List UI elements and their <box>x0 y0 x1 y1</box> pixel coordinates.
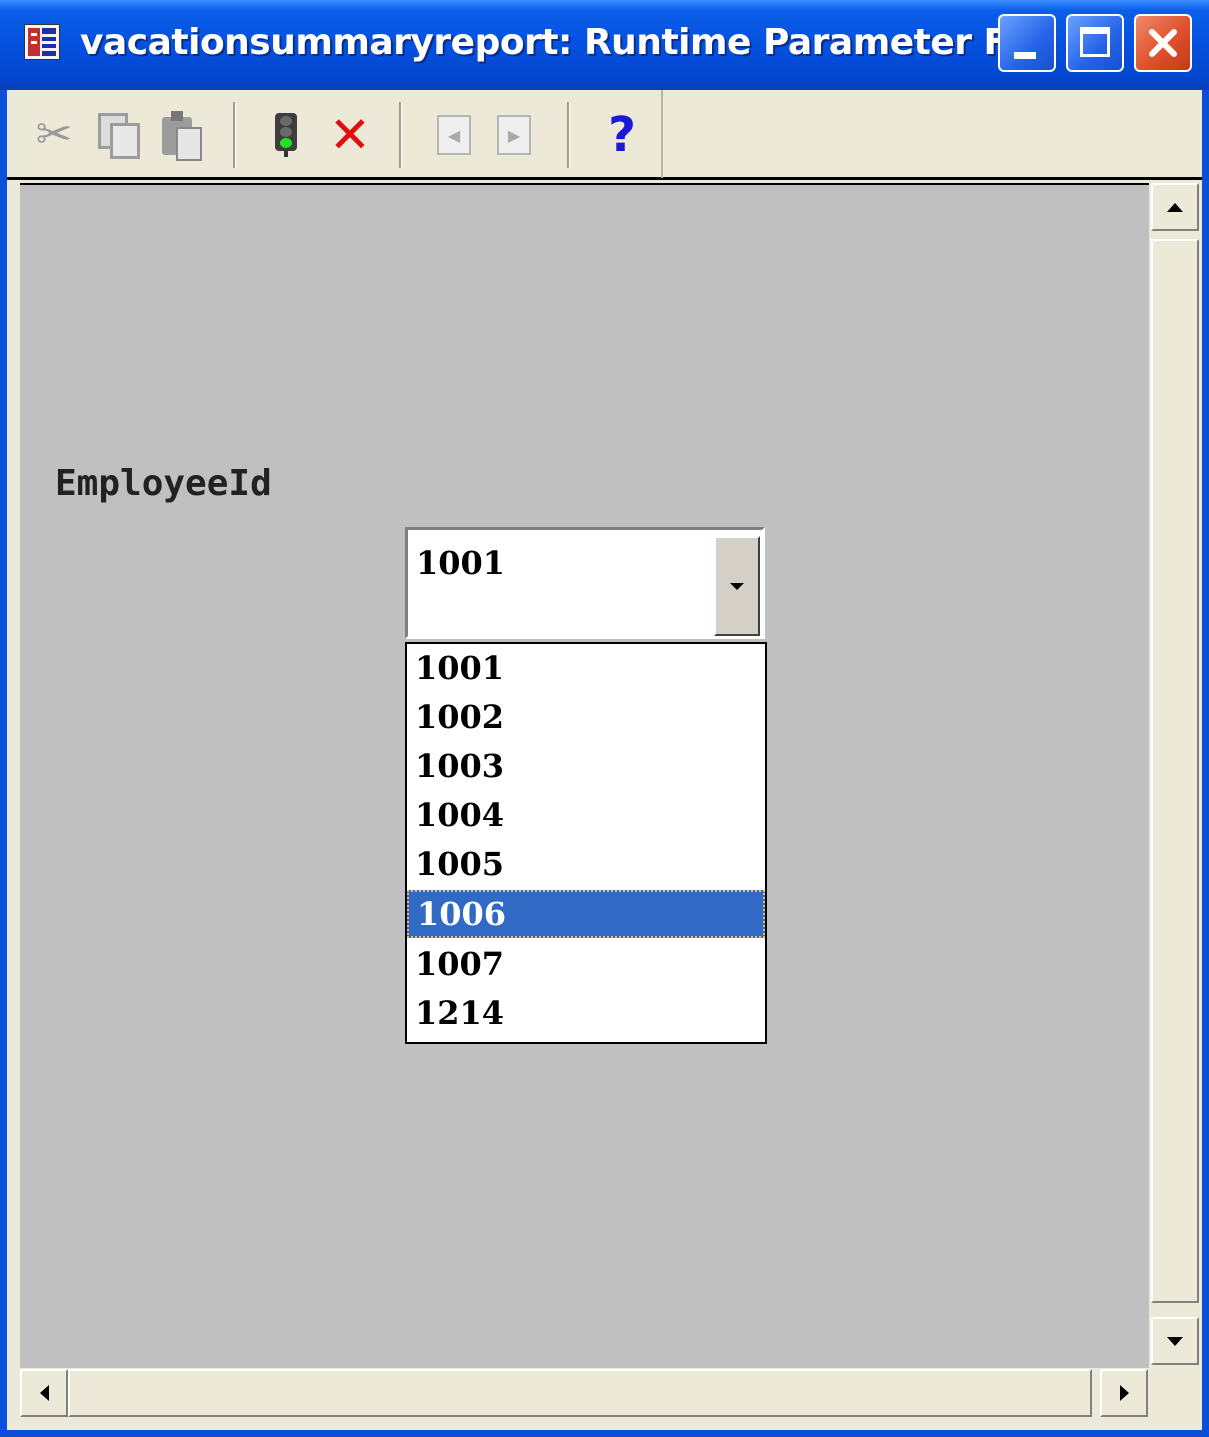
arrow-down-icon <box>1167 1336 1183 1346</box>
scissors-icon: ✂ <box>35 109 73 160</box>
close-button[interactable] <box>1134 14 1192 72</box>
cut-button[interactable]: ✂ <box>27 108 81 162</box>
window-title: vacationsummaryreport: Runtime Parameter… <box>80 22 1042 63</box>
combobox-dropdown-button[interactable] <box>714 536 760 636</box>
vertical-scroll-thumb[interactable] <box>1151 239 1199 1303</box>
vertical-scrollbar[interactable] <box>1149 183 1202 1368</box>
horizontal-scrollbar[interactable] <box>20 1368 1149 1418</box>
parameter-form-canvas: EmployeeId 1001 1001 1002 1003 1004 1005… <box>20 183 1149 1368</box>
toolbar: ✂ ✕ ◀ ▶ ? <box>7 90 1202 180</box>
run-report-button[interactable] <box>259 108 313 162</box>
dropdown-option[interactable]: 1004 <box>407 791 765 839</box>
cancel-button[interactable]: ✕ <box>323 108 377 162</box>
maximize-button[interactable] <box>1066 14 1124 72</box>
close-icon <box>1149 29 1177 57</box>
dropdown-option[interactable]: 1005 <box>407 840 765 888</box>
maximize-icon <box>1080 27 1110 57</box>
arrow-left-icon <box>39 1385 49 1401</box>
employee-id-dropdown-list: 1001 1002 1003 1004 1005 1006 1007 1214 <box>405 642 767 1044</box>
paste-icon <box>162 111 202 161</box>
copy-icon <box>98 113 140 159</box>
toolbar-separator <box>399 102 402 168</box>
scroll-left-button[interactable] <box>20 1369 68 1417</box>
paste-button[interactable] <box>155 108 209 162</box>
help-icon: ? <box>608 107 636 163</box>
horizontal-scroll-thumb[interactable] <box>68 1369 1092 1417</box>
minimize-button[interactable] <box>998 14 1056 72</box>
arrow-up-icon <box>1167 202 1183 212</box>
dropdown-option[interactable]: 1214 <box>407 989 765 1037</box>
client-area: ✂ ✕ ◀ ▶ ? EmployeeId 1001 1001 1002 1003… <box>7 90 1202 1430</box>
toolbar-end-divider <box>661 90 663 178</box>
toolbar-separator <box>233 102 236 168</box>
dropdown-option[interactable]: 1002 <box>407 693 765 741</box>
combobox-value: 1001 <box>416 544 506 582</box>
application-window: vacationsummaryreport: Runtime Parameter… <box>0 0 1209 1437</box>
previous-page-button[interactable]: ◀ <box>427 108 481 162</box>
scroll-right-button[interactable] <box>1100 1369 1148 1417</box>
scroll-up-button[interactable] <box>1151 183 1199 231</box>
minimize-icon <box>1014 52 1036 59</box>
app-icon[interactable] <box>24 24 60 60</box>
scrollbar-corner <box>1149 1368 1202 1418</box>
arrow-right-icon <box>1119 1385 1129 1401</box>
dropdown-option[interactable]: 1003 <box>407 742 765 790</box>
dropdown-option[interactable]: 1007 <box>407 940 765 988</box>
previous-icon: ◀ <box>437 115 471 155</box>
scroll-down-button[interactable] <box>1151 1317 1199 1365</box>
help-button[interactable]: ? <box>595 108 649 162</box>
employee-id-label: EmployeeId <box>55 463 272 504</box>
dropdown-option[interactable]: 1001 <box>407 644 765 692</box>
next-page-button[interactable]: ▶ <box>487 108 541 162</box>
employee-id-combobox[interactable]: 1001 <box>405 527 765 639</box>
title-bar[interactable]: vacationsummaryreport: Runtime Parameter… <box>0 0 1209 90</box>
traffic-light-icon <box>273 113 299 157</box>
chevron-down-icon <box>730 582 744 590</box>
copy-button[interactable] <box>91 108 145 162</box>
next-icon: ▶ <box>497 115 531 155</box>
dropdown-option-highlighted[interactable]: 1006 <box>407 890 765 938</box>
cancel-x-icon: ✕ <box>329 106 371 164</box>
toolbar-separator <box>567 102 570 168</box>
